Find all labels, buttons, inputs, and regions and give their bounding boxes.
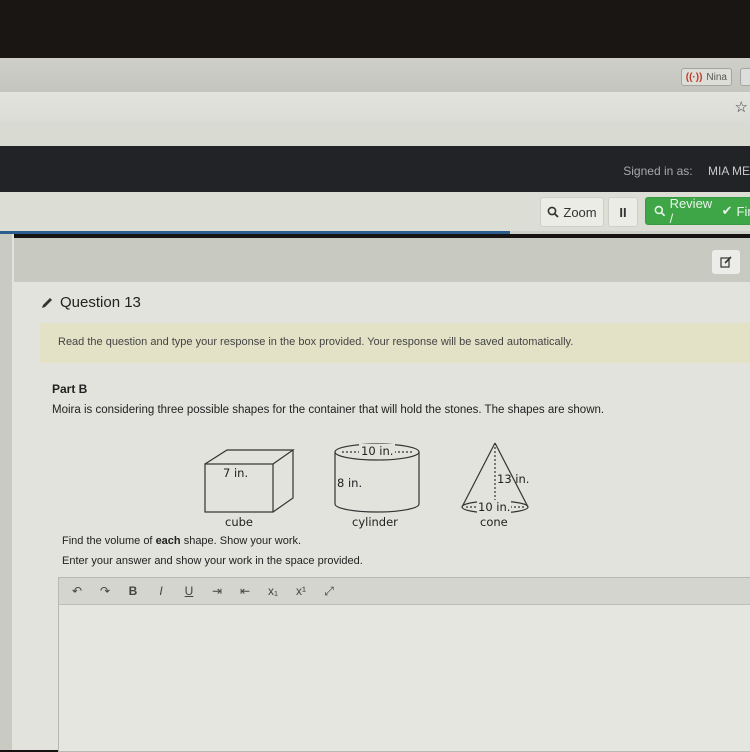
cylinder-height-label: 8 in. (337, 476, 363, 490)
pause-button[interactable]: II (608, 197, 638, 227)
monitor-bezel (0, 0, 750, 58)
zoom-label: Zoom (563, 204, 597, 220)
signed-in-info: Signed in as: MIA ME (623, 164, 750, 178)
edit-icon (720, 256, 732, 268)
star-icon[interactable]: ☆ (735, 98, 748, 116)
cube-shape (204, 449, 295, 513)
subscript-icon: x₁ (267, 584, 279, 598)
address-bar[interactable] (0, 92, 750, 123)
instruction-text: Find the volume of (62, 535, 156, 547)
redo-icon: ↷ (99, 584, 111, 598)
question-stem: Moira is considering three possible shap… (52, 404, 605, 416)
search-icon (654, 205, 666, 217)
cylinder-label: cylinder (352, 515, 398, 529)
fullscreen-button[interactable]: ⤢ (315, 580, 343, 602)
outdent-button[interactable]: ⇤ (231, 580, 259, 602)
task-instruction: Find the volume of each shape. Show your… (62, 535, 301, 547)
bookmarks-bar (0, 122, 750, 147)
cone-height-label: 13 in. (497, 472, 530, 486)
response-editor: ↶ ↷ B I U ⇥ ⇤ x₁ x¹ ⤢ (58, 577, 750, 752)
part-heading: Part B (52, 382, 88, 396)
question-title-text: Question 13 (60, 294, 141, 311)
underline-icon: U (184, 584, 194, 598)
instructions-text: Read the question and type your response… (58, 336, 574, 348)
pencil-icon (42, 297, 52, 308)
check-icon: ✔ (721, 203, 733, 218)
review-label: Review / (669, 196, 713, 226)
search-icon (547, 206, 560, 218)
subscript-button[interactable]: x₁ (259, 580, 287, 602)
indent-icon: ⇥ (211, 584, 223, 598)
underline-button[interactable]: U (175, 580, 203, 602)
user-name: MIA ME (707, 164, 750, 178)
progress-fill (0, 231, 510, 234)
instruction-text-end: shape. Show your work. (180, 535, 302, 547)
left-rail (0, 234, 14, 750)
undo-icon: ↶ (71, 584, 83, 598)
response-textarea[interactable] (59, 605, 750, 751)
bold-icon: B (128, 584, 138, 598)
zoom-button[interactable]: Zoom (540, 197, 604, 227)
question-title: Question 13 (40, 294, 141, 311)
window-minimize-button[interactable] (740, 68, 750, 86)
superscript-button[interactable]: x¹ (287, 580, 315, 602)
outdent-icon: ⇤ (239, 584, 251, 598)
superscript-icon: x¹ (296, 584, 306, 598)
signed-in-label: Signed in as: (623, 164, 693, 178)
undo-button[interactable]: ↶ (63, 580, 91, 602)
cone-diameter-label: 10 in. (477, 500, 512, 514)
notepad-button[interactable] (712, 250, 740, 274)
finish-label: Finis (736, 203, 750, 219)
signal-icon: ((·)) (685, 71, 703, 83)
cylinder-diameter-label: 10 in. (359, 444, 396, 458)
indent-button[interactable]: ⇥ (203, 580, 231, 602)
shapes-figure: 7 in. cube 10 in. 8 in. cylinder 13 in. … (190, 436, 550, 532)
redo-button[interactable]: ↷ (91, 580, 119, 602)
extension-label: Nina (706, 71, 727, 83)
italic-button[interactable]: I (147, 580, 175, 602)
cube-label: cube (225, 515, 253, 529)
editor-toolbar: ↶ ↷ B I U ⇥ ⇤ x₁ x¹ ⤢ (59, 578, 750, 605)
extension-button[interactable]: ((·)) Nina (680, 68, 732, 86)
fullscreen-icon: ⤢ (324, 583, 334, 598)
cube-dimension-label: 7 in. (223, 466, 249, 480)
cone-label: cone (480, 515, 508, 529)
bold-button[interactable]: B (119, 580, 147, 602)
question-panel-header (14, 238, 750, 282)
progress-bar (0, 231, 750, 234)
instruction-emphasis: each (155, 535, 181, 547)
review-finish-button[interactable]: Review / ✔ Finis (645, 196, 750, 226)
pause-icon: II (619, 204, 627, 220)
browser-tab-strip (0, 58, 750, 93)
italic-icon: I (159, 584, 163, 598)
response-instruction: Enter your answer and show your work in … (62, 555, 363, 567)
